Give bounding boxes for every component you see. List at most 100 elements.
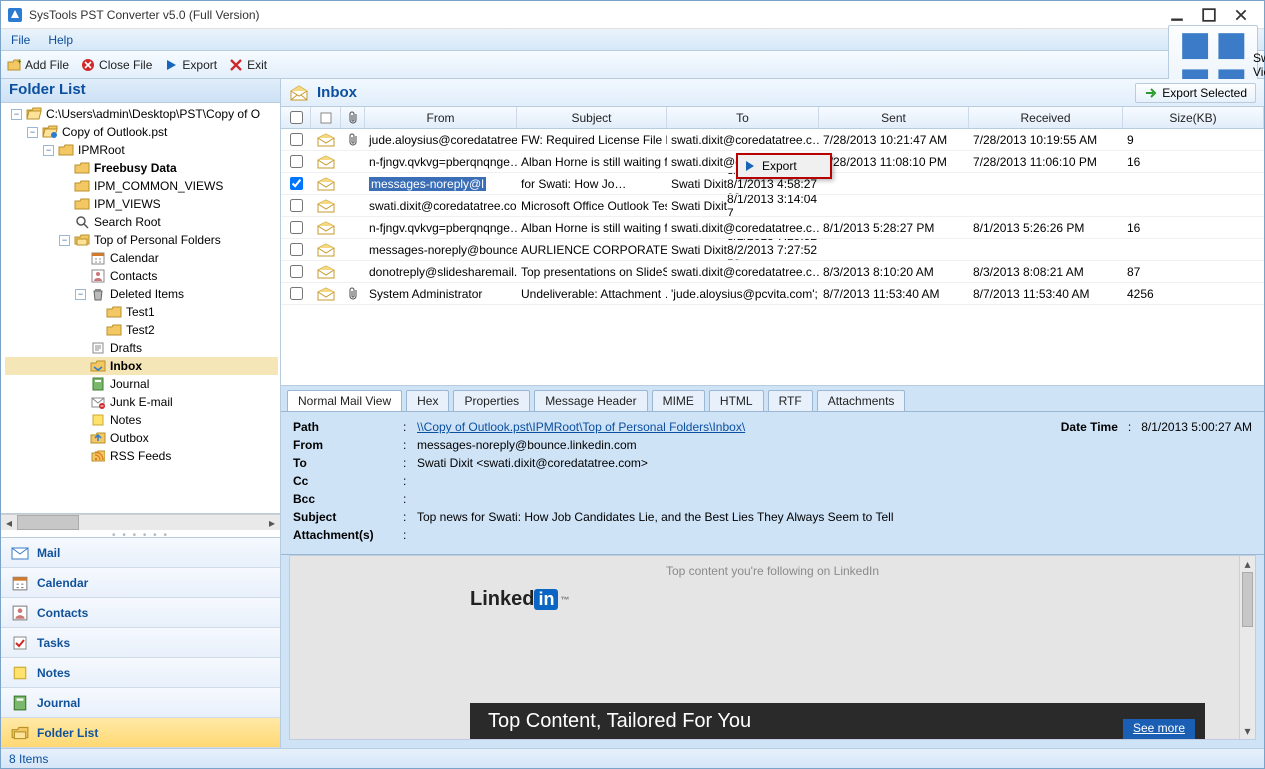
row-checkbox[interactable] <box>290 221 303 234</box>
row-checkbox[interactable] <box>290 199 303 212</box>
col-sent[interactable]: Sent <box>819 107 969 128</box>
row-checkbox[interactable] <box>290 265 303 278</box>
cell-to: Swati Dixit 8/1/2013 3:14:04 PM7 <box>667 195 819 216</box>
scroll-right-icon[interactable]: ▸ <box>264 515 280 531</box>
tree-item[interactable]: Journal <box>5 375 278 393</box>
tree-item[interactable]: IPM_COMMON_VIEWS <box>5 177 278 195</box>
export-selected-button[interactable]: Export Selected <box>1135 83 1256 103</box>
tab-message-header[interactable]: Message Header <box>534 390 647 411</box>
tree-item[interactable]: −Copy of Outlook.pst <box>5 123 278 141</box>
collapse-icon[interactable]: − <box>11 109 22 120</box>
col-subject[interactable]: Subject <box>517 107 667 128</box>
scroll-thumb[interactable] <box>1242 572 1253 627</box>
col-to[interactable]: To <box>667 107 819 128</box>
menu-help[interactable]: Help <box>48 33 73 47</box>
tree-item[interactable]: Outbox <box>5 429 278 447</box>
attachment-icon <box>341 195 365 216</box>
tab-properties[interactable]: Properties <box>453 390 530 411</box>
row-checkbox[interactable] <box>290 133 303 146</box>
tab-attachments[interactable]: Attachments <box>817 390 906 411</box>
tree-item[interactable]: −C:\Users\admin\Desktop\PST\Copy of O <box>5 105 278 123</box>
tree-item[interactable]: −Deleted Items <box>5 285 278 303</box>
preview-pane: Normal Mail ViewHexPropertiesMessage Hea… <box>281 385 1264 748</box>
rss-icon <box>90 449 106 463</box>
tree-item[interactable]: Contacts <box>5 267 278 285</box>
folder-tree[interactable]: −C:\Users\admin\Desktop\PST\Copy of O−Co… <box>1 103 280 467</box>
message-grid: From Subject To Sent Received Size(KB) j… <box>281 107 1264 385</box>
nav-item-folder-list[interactable]: Folder List <box>1 718 280 748</box>
meta-path-value[interactable]: \\Copy of Outlook.pst\IPMRoot\Top of Per… <box>417 420 745 434</box>
tab-mime[interactable]: MIME <box>652 390 705 411</box>
mail-row[interactable]: messages-noreply@bounce.…AURLIENCE CORPO… <box>281 239 1264 261</box>
cell-from: n-fjngv.qvkvg=pberqnqnge… <box>365 151 517 172</box>
tree-item[interactable]: Search Root <box>5 213 278 231</box>
close-button[interactable] <box>1234 8 1248 22</box>
cell-subject: Top presentations on SlideS… <box>517 261 667 282</box>
tree-item[interactable]: Test2 <box>5 321 278 339</box>
nav-item-tasks[interactable]: Tasks <box>1 628 280 658</box>
mail-row[interactable]: n-fjngv.qvkvg=pberqnqnge…Alban Horne is … <box>281 217 1264 239</box>
tree-item[interactable]: Notes <box>5 411 278 429</box>
col-from[interactable]: From <box>365 107 517 128</box>
tab-rtf[interactable]: RTF <box>768 390 813 411</box>
nav-item-mail[interactable]: Mail <box>1 538 280 568</box>
cell-to: swati.dixit@coredatatree.c… <box>667 129 819 150</box>
paperclip-icon <box>347 111 359 125</box>
scroll-left-icon[interactable]: ◂ <box>1 515 17 531</box>
row-checkbox[interactable] <box>290 177 303 190</box>
menu-file[interactable]: File <box>11 33 30 47</box>
maximize-button[interactable] <box>1202 8 1216 22</box>
nav-item-calendar[interactable]: Calendar <box>1 568 280 598</box>
tree-item[interactable]: − IPMRoot <box>5 141 278 159</box>
tab-normal-mail-view[interactable]: Normal Mail View <box>287 390 402 411</box>
tree-item[interactable]: Freebusy Data <box>5 159 278 177</box>
tree-h-scrollbar[interactable]: ◂ ▸ <box>1 514 280 530</box>
row-checkbox[interactable] <box>290 155 303 168</box>
cell-from: donotreply@slidesharemail.… <box>365 261 517 282</box>
scroll-down-icon[interactable]: ▾ <box>1240 723 1255 739</box>
row-checkbox[interactable] <box>290 243 303 256</box>
tree-item[interactable]: Inbox <box>5 357 278 375</box>
tab-hex[interactable]: Hex <box>406 390 449 411</box>
col-received[interactable]: Received <box>969 107 1123 128</box>
tree-item[interactable]: RSS Feeds <box>5 447 278 465</box>
tree-item[interactable]: −Top of Personal Folders <box>5 231 278 249</box>
close-file-button[interactable]: Close File <box>81 58 152 72</box>
tree-item[interactable]: Test1 <box>5 303 278 321</box>
mail-row[interactable]: System AdministratorUndeliverable: Attac… <box>281 283 1264 305</box>
cell-subject: Microsoft Office Outlook Tes… <box>517 195 667 216</box>
splitter-grip[interactable]: • • • • • • <box>1 530 280 538</box>
tree-item-label: IPMRoot <box>76 143 127 157</box>
context-menu: Export <box>736 153 832 179</box>
nav-item-journal[interactable]: Journal <box>1 688 280 718</box>
mail-row[interactable]: donotreply@slidesharemail.…Top presentat… <box>281 261 1264 283</box>
tree-item[interactable]: Calendar <box>5 249 278 267</box>
mail-row[interactable]: jude.aloysius@coredatatree…FW: Required … <box>281 129 1264 151</box>
collapse-icon[interactable]: − <box>43 145 54 156</box>
minimize-button[interactable] <box>1170 8 1184 22</box>
col-size[interactable]: Size(KB) <box>1123 107 1264 128</box>
tree-item[interactable]: Drafts <box>5 339 278 357</box>
mail-row[interactable]: swati.dixit@coredatatree.comMicrosoft Of… <box>281 195 1264 217</box>
row-checkbox[interactable] <box>290 287 303 300</box>
context-export[interactable]: Export <box>738 155 830 177</box>
collapse-icon[interactable]: − <box>59 235 70 246</box>
tab-html[interactable]: HTML <box>709 390 764 411</box>
body-v-scrollbar[interactable]: ▴ ▾ <box>1239 556 1255 739</box>
select-all-checkbox[interactable] <box>290 111 303 124</box>
nav-item-notes[interactable]: Notes <box>1 658 280 688</box>
scroll-up-icon[interactable]: ▴ <box>1240 556 1255 572</box>
nav-item-label: Folder List <box>37 726 98 740</box>
add-file-button[interactable]: + Add File <box>7 58 69 72</box>
tree-item[interactable]: IPM_VIEWS <box>5 195 278 213</box>
cell-from: n-fjngv.qvkvg=pberqnqnge… <box>365 217 517 238</box>
export-button[interactable]: Export <box>164 58 217 72</box>
tree-item[interactable]: Junk E-mail <box>5 393 278 411</box>
col-checkbox[interactable] <box>281 107 311 128</box>
collapse-icon[interactable]: − <box>27 127 38 138</box>
nav-item-contacts[interactable]: Contacts <box>1 598 280 628</box>
collapse-icon[interactable]: − <box>75 289 86 300</box>
see-more-link[interactable]: See more <box>1123 719 1195 739</box>
exit-button[interactable]: Exit <box>229 58 267 72</box>
scroll-thumb[interactable] <box>17 515 79 530</box>
